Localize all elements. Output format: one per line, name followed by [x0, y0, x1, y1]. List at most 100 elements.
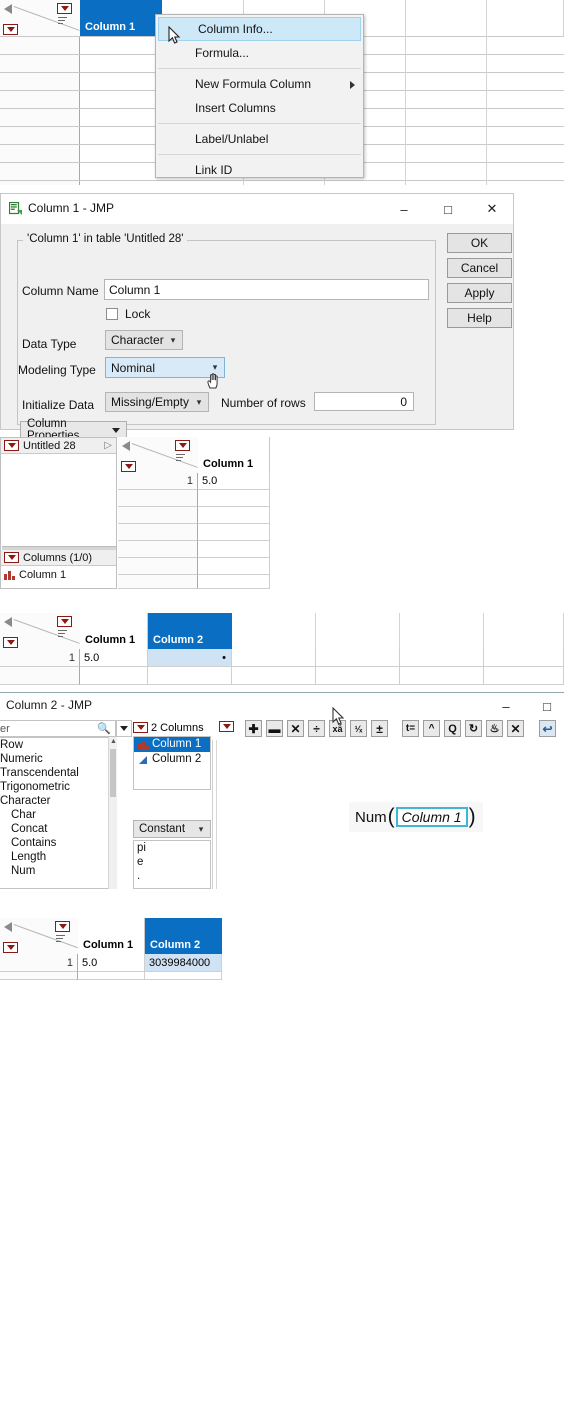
column-header-column-1[interactable]: Column 1: [80, 0, 162, 36]
table-menu-triangle-icon[interactable]: [4, 440, 19, 451]
function-search-input[interactable]: er 🔍: [0, 720, 116, 737]
minimize-button[interactable]: –: [484, 693, 528, 719]
row-number-1[interactable]: 1: [0, 649, 80, 667]
function-group-item[interactable]: Character: [0, 794, 116, 808]
column-header-column-1[interactable]: Column 1: [80, 613, 148, 649]
menu-item-link-id[interactable]: Link ID: [156, 158, 363, 182]
columns-menu-triangle-icon[interactable]: [4, 552, 19, 563]
cell-empty[interactable]: [80, 667, 148, 685]
result-column-header-column-1[interactable]: Column 1: [78, 918, 145, 954]
rows-menu-triangle-icon[interactable]: [55, 921, 70, 932]
cell-empty[interactable]: [198, 558, 270, 575]
peel-button[interactable]: Q: [444, 720, 461, 737]
cell-empty[interactable]: [198, 490, 270, 507]
column-name-input[interactable]: Column 1: [104, 279, 429, 300]
modeling-type-select[interactable]: Nominal ▾: [105, 357, 225, 378]
cell-empty[interactable]: [198, 575, 270, 589]
row-number-empty[interactable]: [0, 667, 80, 685]
result-column-header-column-2[interactable]: Column 2: [145, 918, 222, 954]
help-button[interactable]: Help: [447, 308, 512, 328]
initialize-data-select[interactable]: Missing/Empty ▾: [105, 392, 209, 412]
cell-empty[interactable]: [316, 667, 400, 685]
menu-item-formula[interactable]: Formula...: [156, 41, 363, 65]
columns-panel-header[interactable]: 2 Columns: [133, 720, 211, 735]
ok-button[interactable]: OK: [447, 233, 512, 253]
rows-menu-triangle-icon[interactable]: [57, 3, 72, 14]
expand-right-arrow-icon[interactable]: ▷: [104, 440, 112, 451]
result-cell-row1-column2[interactable]: 3039984000: [145, 954, 222, 972]
function-group-item[interactable]: Num: [0, 864, 116, 878]
collapse-left-arrow-icon[interactable]: [122, 441, 130, 451]
maximize-button[interactable]: □: [426, 194, 470, 224]
cell-row1-empty-a[interactable]: [232, 649, 316, 667]
undo-button[interactable]: ↩: [539, 720, 556, 737]
exponent-button[interactable]: xẫ: [329, 720, 346, 737]
swap-button[interactable]: ↻: [465, 720, 482, 737]
column-header-empty-b[interactable]: [316, 613, 400, 649]
constant-list-item-e[interactable]: e: [134, 855, 210, 869]
collapse-left-arrow-icon[interactable]: [4, 4, 12, 14]
table-name-header[interactable]: Untitled 28 ▷: [1, 438, 116, 454]
result-row-number-1[interactable]: 1: [0, 954, 78, 972]
row-number-empty[interactable]: [118, 524, 198, 541]
row-number-empty[interactable]: [118, 575, 198, 589]
result-cell-empty[interactable]: [145, 972, 222, 980]
function-list-scrollbar[interactable]: ▲: [108, 737, 117, 889]
columns-list-item-column-1[interactable]: Column 1: [134, 737, 210, 752]
cell-row1-empty-b[interactable]: [316, 649, 400, 667]
rows-menu-triangle-icon[interactable]: [57, 616, 72, 627]
function-group-item[interactable]: Transcendental: [0, 766, 116, 780]
function-group-item[interactable]: Concat: [0, 822, 116, 836]
column-header-empty-c[interactable]: [400, 613, 484, 649]
cell-empty[interactable]: [400, 667, 484, 685]
function-group-item[interactable]: Length: [0, 850, 116, 864]
function-group-item[interactable]: Row: [0, 738, 116, 752]
delete-button[interactable]: ✕: [507, 720, 524, 737]
cell-row1-column2[interactable]: •: [148, 649, 232, 667]
columns-menu-triangle-icon[interactable]: [3, 942, 18, 953]
column-header-empty-a[interactable]: [232, 613, 316, 649]
column-header-column-2[interactable]: Column 2: [148, 613, 232, 649]
result-row-number-empty[interactable]: [0, 972, 78, 980]
cell-row1-column1[interactable]: 5.0: [198, 473, 270, 490]
maximize-button[interactable]: □: [525, 693, 564, 719]
column-context-menu[interactable]: Column Info... Formula... New Formula Co…: [155, 14, 364, 178]
cell-empty[interactable]: [198, 524, 270, 541]
search-dropdown-button[interactable]: [116, 720, 132, 737]
cell-row1-empty-c[interactable]: [400, 649, 484, 667]
add-button[interactable]: ✚: [245, 720, 262, 737]
menu-item-label-unlabel[interactable]: Label/Unlabel: [156, 127, 363, 151]
cell-row1-column1[interactable]: 5.0: [80, 649, 148, 667]
row-number-empty[interactable]: [118, 490, 198, 507]
function-group-item[interactable]: Trigonometric: [0, 780, 116, 794]
number-of-rows-input[interactable]: 0: [314, 392, 414, 411]
scroll-up-arrow-icon[interactable]: ▲: [109, 737, 118, 746]
constant-list-item-dot[interactable]: .: [134, 869, 210, 883]
formula-canvas[interactable]: Num ( Column 1 ): [212, 740, 564, 889]
column-header-empty-d[interactable]: [484, 613, 564, 649]
cell-empty[interactable]: [198, 507, 270, 524]
cell-empty[interactable]: [484, 667, 564, 685]
column-header-empty-e[interactable]: [487, 0, 564, 36]
subtract-button[interactable]: ▬: [266, 720, 283, 737]
unpeel-button[interactable]: ♨: [486, 720, 503, 737]
menu-item-column-info[interactable]: Column Info...: [158, 17, 361, 41]
function-group-list[interactable]: Row Numeric Transcendental Trigonometric Cha…: [0, 737, 117, 889]
minimize-button[interactable]: –: [382, 194, 426, 224]
columns-menu-triangle-icon[interactable]: [3, 637, 18, 648]
result-cell-empty[interactable]: [78, 972, 145, 980]
reciprocal-button[interactable]: ¹⁄ₓ: [350, 720, 367, 737]
row-number-empty[interactable]: [118, 558, 198, 575]
constant-list-item-pi[interactable]: pi: [134, 841, 210, 855]
plus-minus-button[interactable]: ±: [371, 720, 388, 737]
columns-menu-triangle-icon[interactable]: [121, 461, 136, 472]
function-group-item[interactable]: Char: [0, 808, 116, 822]
dialog-title-bar[interactable]: Column 1 - JMP – □ ✕: [1, 194, 513, 224]
collapse-left-arrow-icon[interactable]: [4, 922, 12, 932]
scrollbar-thumb[interactable]: [110, 749, 116, 797]
lock-checkbox[interactable]: [106, 308, 118, 320]
menu-item-new-formula-column[interactable]: New Formula Column: [156, 72, 363, 96]
column-header-empty-d[interactable]: [406, 0, 487, 36]
multiply-button[interactable]: ✕: [287, 720, 304, 737]
column-list-item-column-1[interactable]: Column 1: [1, 567, 119, 583]
